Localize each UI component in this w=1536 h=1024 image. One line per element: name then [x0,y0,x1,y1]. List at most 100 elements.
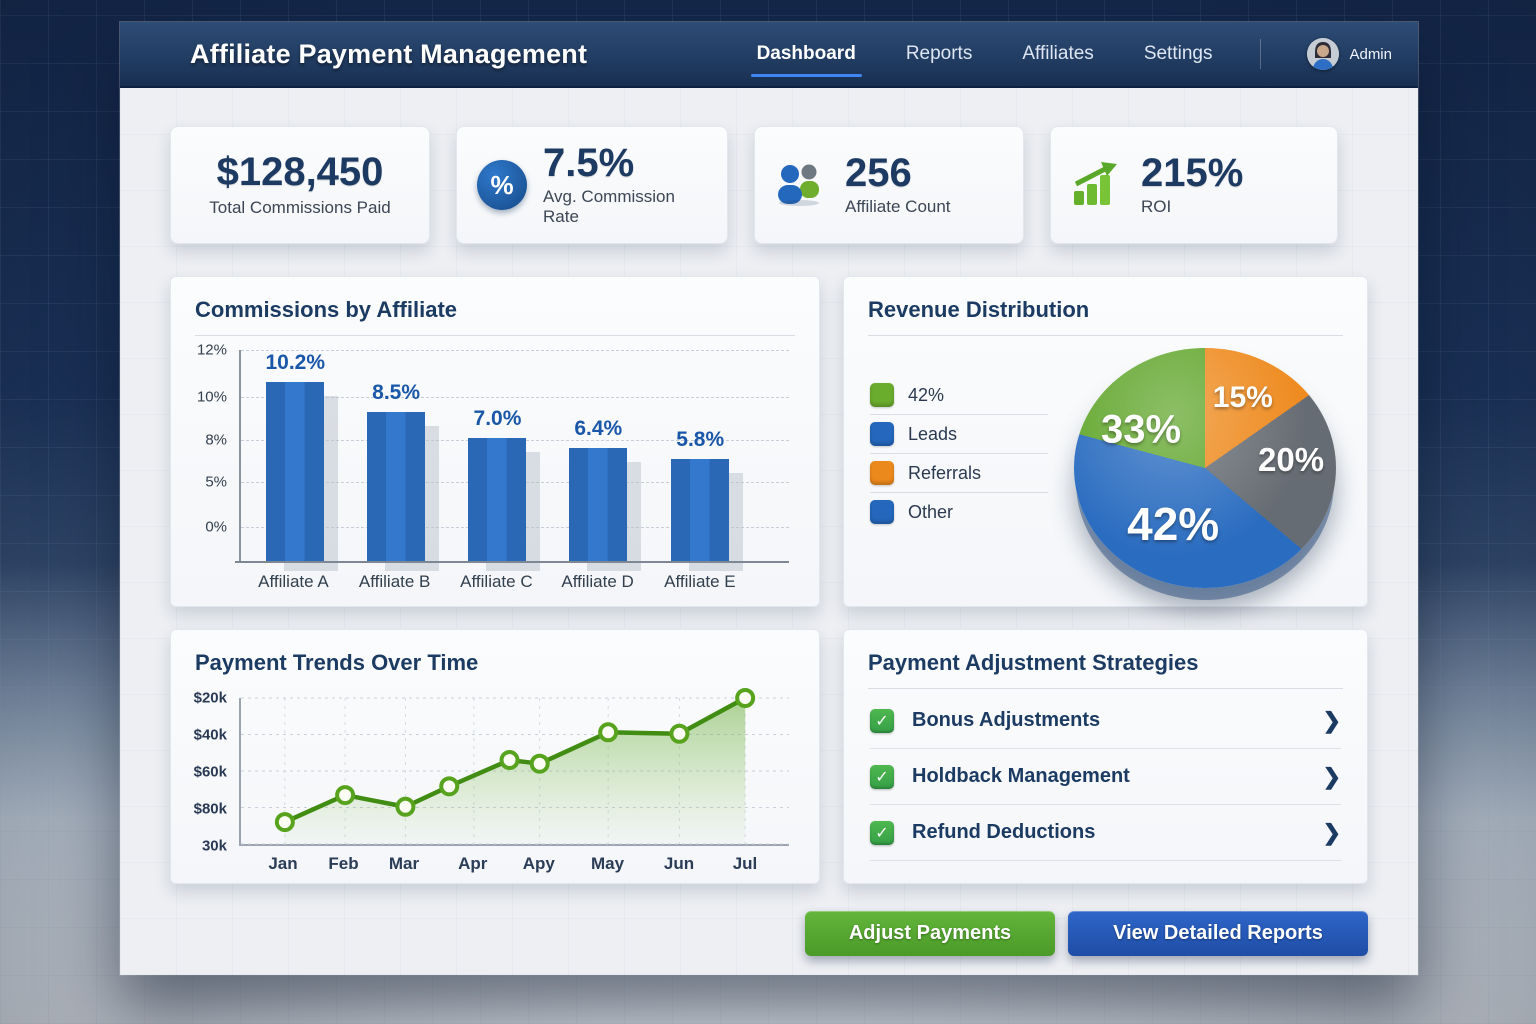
bar [367,412,425,561]
nav-tab-affiliates[interactable]: Affiliates [1020,37,1095,71]
nav-separator [1260,39,1261,69]
line-chart-month-label: Feb [328,854,358,874]
kpi-value: 256 [845,153,951,193]
chevron-right-icon[interactable]: ❯ [1323,820,1341,846]
pie-legend: 42%LeadsReferralsOther [870,376,1048,596]
top-nav-bar: Affiliate Payment Management Dashboard R… [120,22,1418,88]
line-chart-data-point [337,787,353,803]
line-chart-month-label: Jun [664,854,694,874]
nav-tab-settings[interactable]: Settings [1142,37,1215,71]
chevron-right-icon[interactable]: ❯ [1323,764,1341,790]
bar-value-label: 6.4% [574,417,622,441]
users-icon [775,160,829,211]
bar-value-label: 8.5% [372,381,420,405]
bar-chart-tick-label: 10% [197,389,227,406]
bar-chart-tick-label: 0% [205,519,227,536]
bar-category-label: Affiliate C [460,572,532,592]
legend-swatch [870,500,894,524]
legend-swatch [870,383,894,407]
bar [569,448,627,561]
pie-chart-title: Revenue Distribution [844,277,1367,335]
adjust-payments-button[interactable]: Adjust Payments [805,911,1055,956]
growth-bars-icon [1071,160,1125,211]
bar-value-label: 5.8% [676,428,724,452]
nav-tab-reports[interactable]: Reports [904,37,975,71]
line-chart-tick-label: $20k [194,690,227,707]
dashboard-content: $128,450 Total Commissions Paid % 7.5% A… [120,88,1418,956]
chevron-right-icon[interactable]: ❯ [1323,708,1341,734]
actions-row: Adjust Payments View Detailed Reports [170,911,1368,956]
bar-category-label: Affiliate B [359,572,431,592]
divider [195,335,795,336]
strategy-row-refund-deductions[interactable]: ✓ Refund Deductions ❯ [870,805,1341,861]
dashboard-window: Affiliate Payment Management Dashboard R… [120,22,1418,975]
charts-row-top: Commissions by Affiliate 12%10%8%5%0% 10… [170,276,1368,607]
checkbox-checked-icon[interactable]: ✓ [870,821,894,845]
kpi-value: $128,450 [217,152,384,192]
user-avatar-icon [1307,38,1339,70]
legend-swatch [870,422,894,446]
kpi-card-affiliate-count: 256 Affiliate Count [754,126,1024,244]
line-chart-plot [239,698,789,846]
bar-category-label: Affiliate E [664,572,736,592]
kpi-card-roi: 215% ROI [1050,126,1338,244]
line-chart-data-point [737,690,753,706]
line-chart-title: Payment Trends Over Time [171,630,819,688]
line-chart-x-axis: JanFebMarAprApyMayJunJul [239,850,789,876]
kpi-value: 7.5% [543,143,707,183]
bar-category-label: Affiliate A [258,572,329,592]
user-name: Admin [1349,46,1392,63]
line-chart-y-axis: $20k$40k$60k$80k30k [185,698,235,846]
line-chart-data-point [441,778,457,794]
line-chart-data-point [600,724,616,740]
line-chart-month-label: May [591,854,624,874]
line-chart-tick-label: $60k [194,764,227,781]
strategy-label: Holdback Management [912,765,1305,788]
pie-chart: 15%20%42%33% [1074,348,1342,596]
strategy-label: Bonus Adjustments [912,709,1305,732]
legend-swatch [870,461,894,485]
nav-tab-dashboard[interactable]: Dashboard [755,37,858,71]
line-chart-data-point [532,756,548,772]
user-menu[interactable]: Admin [1307,38,1392,70]
pie-chart-panel: Revenue Distribution 42%LeadsReferralsOt… [843,276,1368,607]
checkbox-checked-icon[interactable]: ✓ [870,709,894,733]
line-chart-data-point [277,814,293,830]
strategy-row-holdback-management[interactable]: ✓ Holdback Management ❯ [870,749,1341,805]
line-chart-month-label: Jan [268,854,297,874]
line-chart-month-label: Apr [458,854,487,874]
kpi-label: ROI [1141,197,1243,217]
bar-group: 10.2% [266,350,324,561]
percent-icon: % [477,160,527,210]
strategy-label: Refund Deductions [912,821,1305,844]
bar-chart-panel: Commissions by Affiliate 12%10%8%5%0% 10… [170,276,820,607]
line-chart: $20k$40k$60k$80k30k JanFebMarAprApyMayJu… [185,698,793,876]
strategy-row-bonus-adjustments[interactable]: ✓ Bonus Adjustments ❯ [870,693,1341,749]
bar-chart-plot: 10.2% 8.5% 7.0% 6.4% 5.8% [239,350,789,561]
strategies-list: ✓ Bonus Adjustments ❯ ✓ Holdback Managem… [844,689,1367,861]
page-title: Affiliate Payment Management [190,39,587,70]
kpi-card-avg-commission-rate: % 7.5% Avg. Commission Rate [456,126,728,244]
legend-label: Leads [908,424,957,445]
checkbox-checked-icon[interactable]: ✓ [870,765,894,789]
strategies-panel: Payment Adjustment Strategies ✓ Bonus Ad… [843,629,1368,884]
bar-chart-y-axis: 12%10%8%5%0% [189,350,235,561]
bar-chart-baseline [235,561,789,563]
legend-label: 42% [908,385,944,406]
bar-group: 8.5% [367,350,425,561]
line-chart-data-point [397,799,413,815]
bar-category-label: Affiliate D [561,572,633,592]
bar-value-label: 10.2% [265,351,325,375]
legend-item: Leads [870,415,1048,454]
kpi-card-total-commissions: $128,450 Total Commissions Paid [170,126,430,244]
line-chart-panel: Payment Trends Over Time $20k$40k$60k$80… [170,629,820,884]
view-detailed-reports-button[interactable]: View Detailed Reports [1068,911,1368,956]
pie-slice-label: 15% [1213,381,1273,415]
line-chart-tick-label: $40k [194,727,227,744]
bar-chart-tick-label: 8% [205,432,227,449]
legend-item: Referrals [870,454,1048,493]
bar-chart-tick-label: 5% [205,474,227,491]
bar-chart-title: Commissions by Affiliate [171,277,819,335]
pie-slice-label: 33% [1101,407,1181,452]
bar-group: 7.0% [468,350,526,561]
